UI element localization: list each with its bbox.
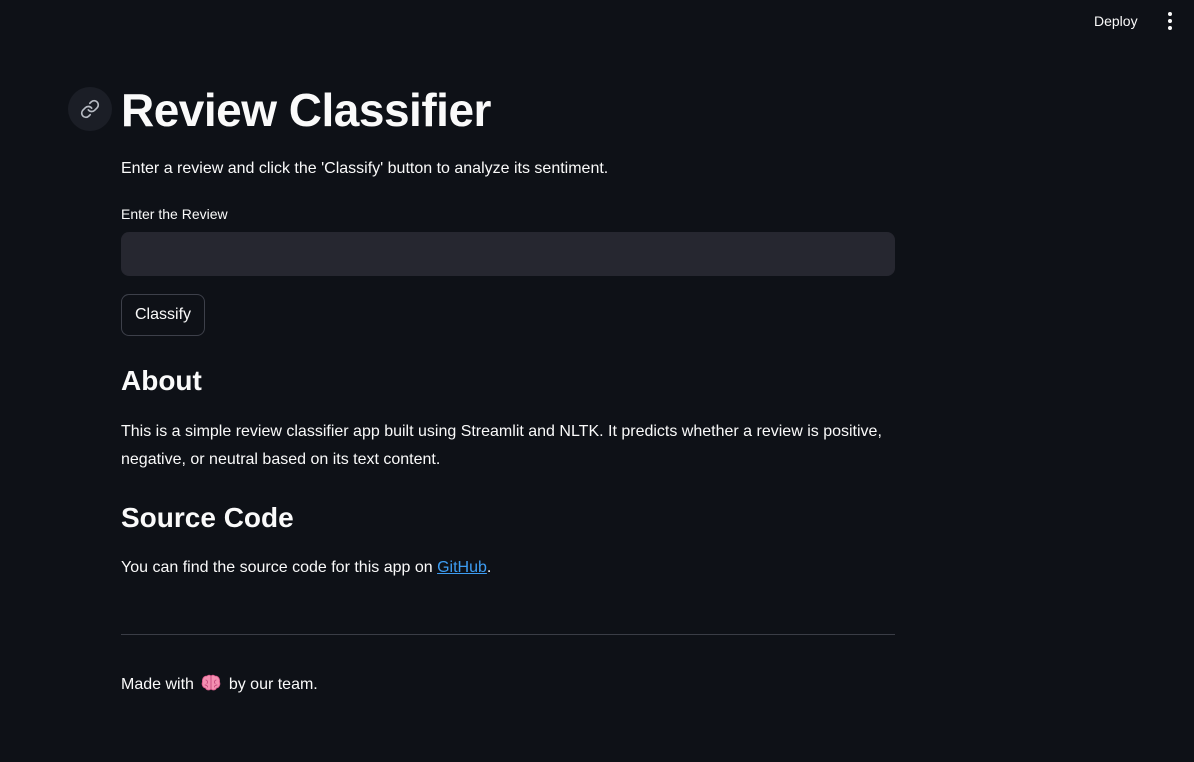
- footer-text-before: Made with: [121, 676, 199, 693]
- footer-text-after: by our team.: [224, 676, 318, 693]
- deploy-button[interactable]: Deploy: [1086, 10, 1146, 32]
- source-text-after: .: [486, 559, 492, 576]
- about-text: This is a simple review classifier app b…: [121, 423, 882, 468]
- about-heading: About: [121, 365, 202, 396]
- source-code-text: You can find the source code for this ap…: [121, 555, 491, 581]
- divider: [121, 634, 895, 635]
- intro-text: Enter a review and click the 'Classify' …: [121, 160, 609, 177]
- link-icon[interactable]: [68, 87, 112, 131]
- footer-text: Made with by our team.: [121, 672, 318, 701]
- review-field-label: Enter the Review: [121, 206, 228, 222]
- review-input[interactable]: [121, 232, 895, 276]
- github-link[interactable]: GitHub: [437, 559, 487, 576]
- brain-icon: [201, 674, 221, 701]
- top-header: Deploy: [0, 0, 1194, 42]
- source-code-heading: Source Code: [121, 502, 294, 533]
- classify-button[interactable]: Classify: [121, 294, 206, 336]
- page-title: Review Classifier: [121, 84, 491, 136]
- source-text-before: You can find the source code for this ap…: [121, 559, 438, 576]
- more-vertical-icon[interactable]: [1160, 10, 1180, 32]
